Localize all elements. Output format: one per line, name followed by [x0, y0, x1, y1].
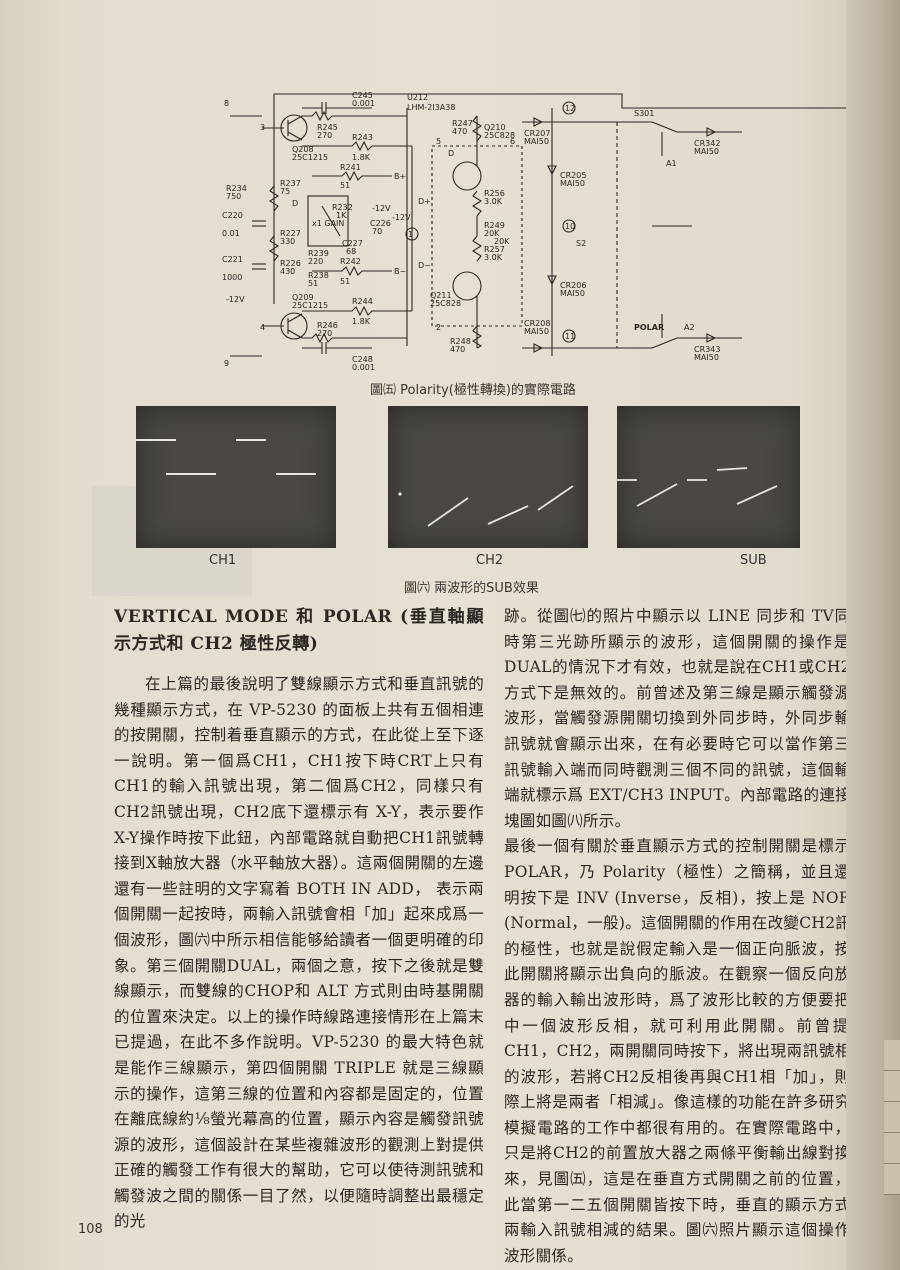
cr343-part: MAI50 [694, 353, 719, 362]
cr205-part: MAI50 [560, 179, 585, 188]
r241-value: 51 [340, 181, 350, 190]
r246-value: 270 [317, 329, 332, 338]
r237-value: 75 [280, 187, 290, 196]
r239-value: 220 [308, 257, 323, 266]
s2-label: S2 [576, 239, 586, 248]
r244-label: R244 [352, 297, 373, 306]
x1-gain-label: x1 GAIN [312, 219, 344, 228]
r241-label: R241 [340, 163, 361, 172]
minus12v-b: -12V [226, 295, 245, 304]
magazine-page: 8 3 9 4 C245 0.001 U212 LHM-2I3A38 R245 … [0, 0, 900, 1270]
page-number: 108 [78, 1222, 103, 1237]
node-5-label: 5 [436, 137, 441, 146]
u212-label: U212 [407, 93, 428, 102]
c220-label: C220 [222, 211, 243, 220]
r244-value: 1.8K [352, 317, 371, 326]
q209-part: 25C1215 [292, 301, 328, 310]
circuit-figure-caption: 圖㈤ Polarity(極性轉換)的實際電路 [370, 383, 576, 398]
d-label: D [292, 199, 298, 208]
r248-value: 470 [450, 345, 465, 354]
r242-label: R242 [340, 257, 361, 266]
node-4-label: 4 [260, 323, 265, 332]
node-8-label: 8 [224, 99, 229, 108]
scope-photo-ch2 [388, 406, 588, 548]
node-2-label: 2 [436, 323, 441, 332]
ch2-trace [398, 485, 574, 527]
node-12-label: 12 [565, 104, 575, 113]
minus12v-a: -12V [372, 204, 391, 213]
ch1-trace [136, 439, 316, 475]
node-1-label: 1 [408, 230, 413, 239]
q208-part: 25C1215 [292, 153, 328, 162]
right-paragraph-2: 最後一個有關於垂直顯示方式的控制開關是標示着POLAR，乃 Polarity（極… [504, 837, 867, 1265]
right-paragraph-1: 跡。從圖㈦的照片中顯示以 LINE 同步和 TV同步時第三光跡所顯示的波形，這個… [504, 607, 867, 830]
d-plus-label: D+ [418, 197, 431, 206]
cr207-part: MAI50 [524, 137, 549, 146]
scope-photo-sub [617, 406, 800, 548]
a2-label: A2 [684, 323, 695, 332]
cr206-part: MAI50 [560, 289, 585, 298]
c245-value: 0.001 [352, 99, 375, 108]
d-minus-label: D− [418, 261, 431, 270]
node-11-label: 11 [565, 332, 575, 341]
scope-label-ch1: CH1 [209, 553, 237, 568]
c220-value: 0.01 [222, 229, 240, 238]
r234-value: 750 [226, 192, 241, 201]
page-index-tabs [884, 1040, 900, 1195]
c221-value: 1000 [222, 273, 242, 282]
polar-label: POLAR [634, 323, 664, 332]
c226-value: 70 [372, 227, 382, 236]
r227-value: 330 [280, 237, 295, 246]
cr342-part: MAI50 [694, 147, 719, 156]
sub-trace [617, 467, 778, 507]
c221-label: C221 [222, 255, 243, 264]
polarity-circuit-diagram: 8 3 9 4 C245 0.001 U212 LHM-2I3A38 R245 … [222, 91, 862, 372]
r256-value: 3.0K [484, 197, 503, 206]
r257-value: 3.0K [484, 253, 503, 262]
minus12v-c: -12V [392, 213, 411, 222]
b-minus-label: B− [394, 267, 406, 276]
scope-label-sub: SUB [740, 553, 767, 568]
r226-value: 430 [280, 267, 295, 276]
c248-value: 0.001 [352, 363, 375, 372]
scope-figure-caption: 圖㈥ 兩波形的SUB效果 [404, 581, 539, 596]
node-10-label: 10 [565, 222, 575, 231]
r243-value: 1.8K [352, 153, 371, 162]
a1-label: A1 [666, 159, 677, 168]
node-3-label: 3 [260, 123, 265, 132]
cr208-part: MAI50 [524, 327, 549, 336]
scope-photo-ch1 [136, 406, 336, 548]
node-9-label: 9 [224, 359, 229, 368]
r243-label: R243 [352, 133, 373, 142]
u212-part: LHM-2I3A38 [407, 103, 455, 112]
r232-value: 1K [336, 211, 347, 220]
q210-part: 25C828 [484, 131, 515, 140]
b-plus-label: B+ [394, 172, 406, 181]
r245-value: 270 [317, 131, 332, 140]
scope-label-ch2: CH2 [476, 553, 504, 568]
article-heading: VERTICAL MODE 和 POLAR (垂直軸顯示方式和 CH2 極性反轉… [114, 607, 484, 654]
q211-part: 25C828 [430, 299, 461, 308]
left-paragraph: 在上篇的最後說明了雙線顯示方式和垂直訊號的幾種顯示方式，在 VP-5230 的面… [114, 675, 484, 1231]
d2-label: D [448, 149, 454, 158]
s301-label: S301 [634, 109, 654, 118]
r247-value: 470 [452, 127, 467, 136]
r238-value: 51 [308, 279, 318, 288]
article-left-column: VERTICAL MODE 和 POLAR (垂直軸顯示方式和 CH2 極性反轉… [114, 604, 484, 1235]
c227-value: 68 [346, 247, 356, 256]
article-right-column: 跡。從圖㈦的照片中顯示以 LINE 同步和 TV同步時第三光跡所顯示的波形，這個… [504, 604, 867, 1269]
r242-value: 51 [340, 277, 350, 286]
